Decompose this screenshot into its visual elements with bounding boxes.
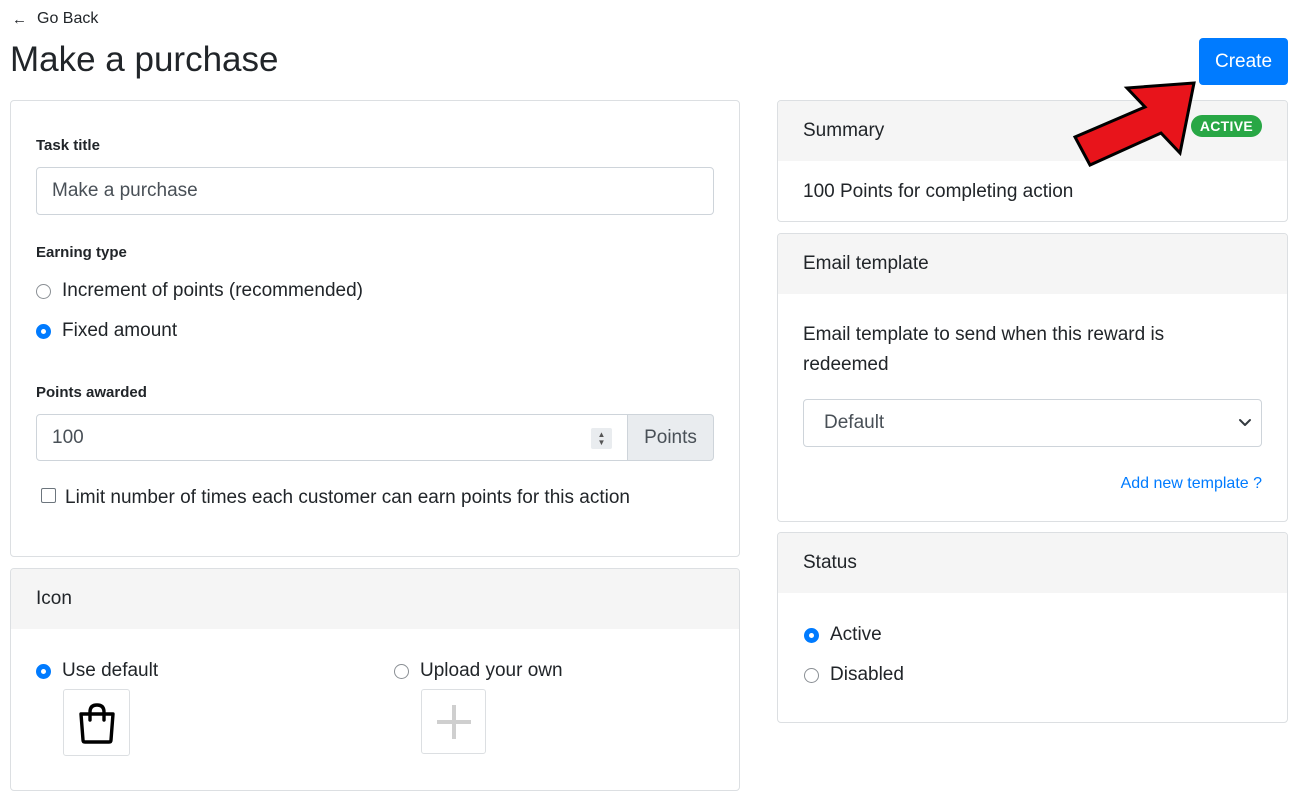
summary-card: Summary ACTIVE 100 Points for completing…	[777, 100, 1288, 222]
radio-fixed[interactable]	[36, 323, 51, 339]
radio-upload-own[interactable]	[394, 663, 409, 679]
add-new-template-link[interactable]: Add new template ?	[1121, 475, 1262, 493]
task-title-input[interactable]: Make a purchase	[36, 167, 714, 215]
limit-checkbox-row[interactable]: Limit number of times each customer can …	[41, 487, 630, 509]
status-card: Status Active Disabled	[777, 532, 1288, 723]
icon-card-header: Icon	[11, 569, 739, 629]
earning-option-fixed[interactable]: Fixed amount	[36, 320, 177, 342]
summary-text: 100 Points for completing action	[803, 181, 1074, 202]
status-active-label: Active	[830, 624, 882, 645]
email-template-header: Email template	[778, 234, 1287, 294]
use-default-label: Use default	[62, 660, 159, 681]
go-back-label: Go Back	[37, 10, 99, 27]
points-awarded-label: Points awarded	[36, 384, 147, 401]
status-disabled-label: Disabled	[830, 664, 904, 685]
points-value: 100	[52, 426, 84, 448]
status-option-active[interactable]: Active	[804, 624, 882, 646]
status-header: Status	[778, 533, 1287, 593]
icon-option-upload[interactable]: Upload your own	[394, 660, 563, 682]
default-icon-preview	[63, 689, 130, 756]
task-card: Task title Make a purchase Earning type …	[10, 100, 740, 557]
upload-own-label: Upload your own	[420, 660, 563, 681]
number-spinner[interactable]: ▲ ▼	[591, 428, 612, 449]
page-title: Make a purchase	[10, 40, 279, 79]
radio-active[interactable]	[804, 627, 819, 643]
points-unit: Points	[628, 414, 714, 461]
status-option-disabled[interactable]: Disabled	[804, 664, 904, 686]
task-title-label: Task title	[36, 137, 100, 154]
icon-option-default[interactable]: Use default	[36, 660, 158, 682]
earning-option-fixed-label: Fixed amount	[62, 320, 178, 341]
go-back-link[interactable]: ← Go Back	[12, 10, 98, 28]
limit-checkbox[interactable]	[41, 487, 56, 503]
radio-disabled[interactable]	[804, 667, 819, 683]
plus-icon	[436, 704, 471, 739]
radio-use-default[interactable]	[36, 663, 51, 679]
earning-option-increment[interactable]: Increment of points (recommended)	[36, 280, 363, 302]
icon-card: Icon Use default Upload your own	[10, 568, 740, 791]
upload-icon-button[interactable]	[421, 689, 486, 754]
earning-type-label: Earning type	[36, 244, 127, 261]
chevron-down-icon	[1239, 419, 1251, 426]
email-template-description: Email template to send when this reward …	[803, 324, 1165, 375]
create-button[interactable]: Create	[1199, 38, 1288, 85]
points-input[interactable]: 100 ▲ ▼	[36, 414, 628, 461]
limit-label: Limit number of times each customer can …	[65, 487, 630, 508]
email-template-select-value: Default	[824, 412, 885, 433]
radio-increment[interactable]	[36, 283, 51, 299]
email-template-select[interactable]: Default	[803, 399, 1262, 447]
status-badge: ACTIVE	[1190, 115, 1262, 137]
shopping-bag-icon	[78, 702, 115, 744]
arrow-left-icon: ←	[12, 10, 27, 28]
spinner-down-icon[interactable]: ▼	[598, 438, 606, 447]
earning-option-increment-label: Increment of points (recommended)	[62, 280, 363, 301]
points-input-group: 100 ▲ ▼ Points	[36, 414, 714, 461]
email-template-card: Email template Email template to send wh…	[777, 233, 1288, 522]
